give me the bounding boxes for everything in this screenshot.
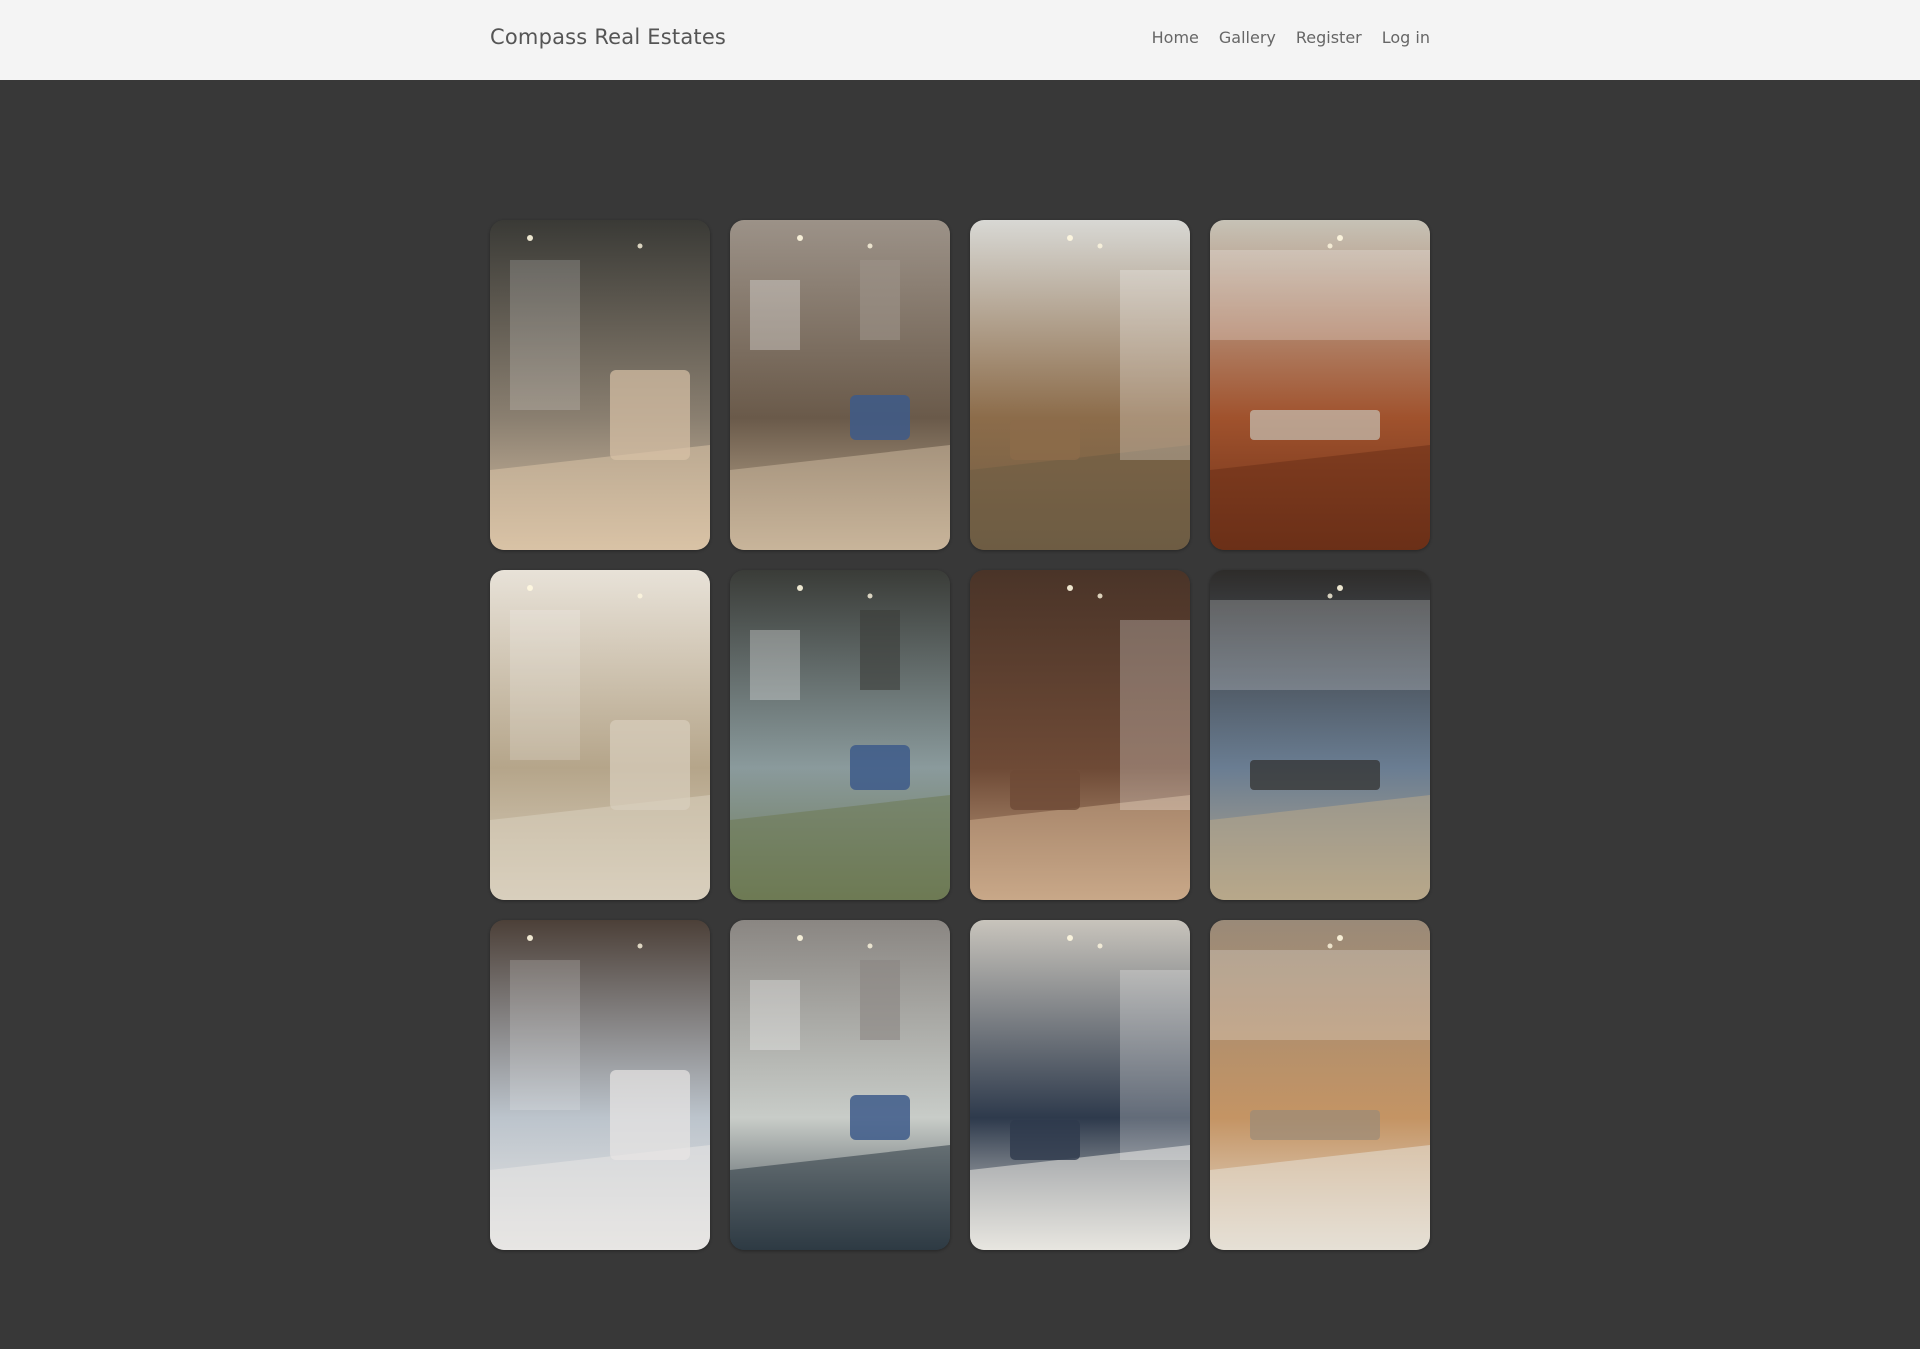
nav-link-login[interactable]: Log in [1382,28,1430,47]
bedroom-city-view-photo[interactable] [490,920,710,1250]
dining-room-photo-image [1210,220,1430,550]
stone-wall-patio-photo-image [730,920,950,1250]
dining-room-photo[interactable] [1210,220,1430,550]
living-room-vaulted-photo-image [970,220,1190,550]
bright-living-room-photo[interactable] [490,570,710,900]
loft-living-room-photo-image [1210,570,1430,900]
loft-bedroom-photo[interactable] [1210,920,1430,1250]
brand-logo[interactable]: Compass Real Estates [490,25,726,49]
city-view-bathroom-photo[interactable] [730,570,950,900]
stone-wall-patio-photo[interactable] [730,920,950,1250]
city-view-bathroom-photo-image [730,570,950,900]
navbar: Compass Real Estates Home Gallery Regist… [0,0,1920,80]
living-room-vaulted-photo[interactable] [970,220,1190,550]
dining-chandelier-photo[interactable] [970,920,1190,1250]
bathroom-photo[interactable] [490,220,710,550]
kitchen-living-photo-image [730,220,950,550]
console-table-photo[interactable] [970,570,1190,900]
photo-gallery [490,220,1430,1250]
nav-links: Home Gallery Register Log in [1152,28,1430,47]
dining-chandelier-photo-image [970,920,1190,1250]
bright-living-room-photo-image [490,570,710,900]
bathroom-photo-image [490,220,710,550]
loft-living-room-photo[interactable] [1210,570,1430,900]
loft-bedroom-photo-image [1210,920,1430,1250]
nav-link-register[interactable]: Register [1296,28,1362,47]
bedroom-city-view-photo-image [490,920,710,1250]
nav-link-gallery[interactable]: Gallery [1219,28,1276,47]
kitchen-living-photo[interactable] [730,220,950,550]
nav-link-home[interactable]: Home [1152,28,1199,47]
console-table-photo-image [970,570,1190,900]
